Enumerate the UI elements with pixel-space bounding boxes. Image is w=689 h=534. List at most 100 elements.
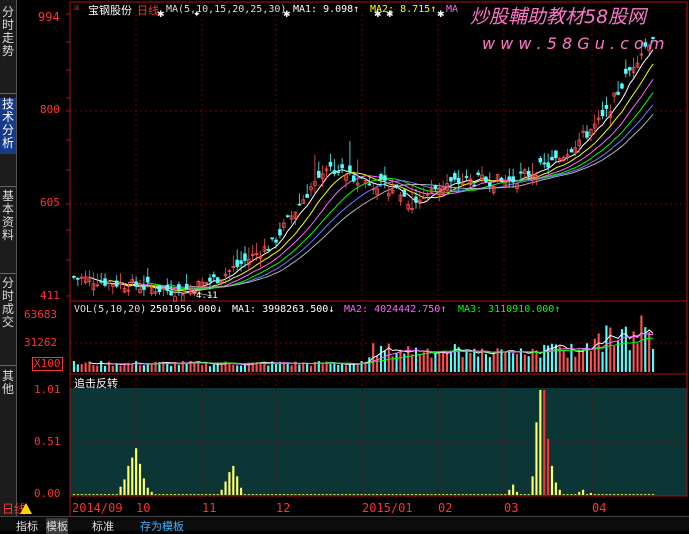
candle-body xyxy=(472,184,477,187)
ma2-value: MA2: 8.715↑ xyxy=(370,4,437,15)
candle-body xyxy=(297,203,302,206)
candle-body xyxy=(76,277,80,280)
candle-body xyxy=(270,237,274,240)
candle-body xyxy=(367,183,372,186)
candle-body xyxy=(453,173,457,180)
candle-body xyxy=(394,184,399,189)
candle-body xyxy=(569,149,574,153)
candle-body xyxy=(114,280,119,287)
watermark-url: w w w . 5 8 G u . c o m xyxy=(482,34,665,53)
candle-body xyxy=(379,174,383,180)
candle-body xyxy=(550,156,554,161)
candle-body xyxy=(538,158,543,163)
candlestick-series[interactable] xyxy=(72,36,655,302)
candle-body xyxy=(484,176,488,183)
candle-body xyxy=(305,193,309,198)
date-label: 02 xyxy=(438,501,453,515)
date-label: 10 xyxy=(136,501,151,515)
candle-body xyxy=(616,91,620,95)
candle-body xyxy=(526,170,531,176)
candle-body xyxy=(243,253,247,261)
candle-body xyxy=(624,68,628,74)
candle-body xyxy=(476,172,480,176)
volume-ma1: MA1: 3998263.500↓ xyxy=(232,304,335,315)
candle-body xyxy=(499,177,504,181)
volume-ma2: MA2: 4024442.750↑ xyxy=(344,304,447,315)
indicator-axis-label: 1.01 xyxy=(34,383,61,396)
candle-body xyxy=(328,161,333,167)
low-price-marker: 4.11 xyxy=(196,291,218,301)
bottom-tab-bar: 指标 模板 标准 存为模板 xyxy=(0,516,689,534)
candle-body xyxy=(184,283,189,290)
candle-body xyxy=(627,67,632,71)
candle-body xyxy=(266,248,271,251)
date-label: 12 xyxy=(276,501,291,515)
candle-body xyxy=(519,171,523,174)
period-label[interactable]: 日线 xyxy=(137,2,159,18)
volume-ma3: MA3: 3110910.000↑ xyxy=(458,304,561,315)
axis-ticks xyxy=(66,13,70,297)
candle-body xyxy=(554,150,558,159)
candle-body xyxy=(274,239,278,243)
volume-value: 2501956.000↓ xyxy=(150,304,223,315)
date-label: 2015/01 xyxy=(362,501,413,515)
stock-chart[interactable]: ✱ ✦ ✱ ✱ ✱ ✱ 4.11 xyxy=(0,0,689,530)
candle-body xyxy=(449,177,453,182)
candle-body xyxy=(235,259,239,267)
moving-average-lines xyxy=(89,49,654,294)
date-label: 04 xyxy=(592,501,607,515)
stock-name: 宝钢股份 xyxy=(88,4,132,17)
candle-body xyxy=(336,171,340,174)
candle-body xyxy=(383,175,387,181)
candle-body xyxy=(212,274,216,278)
ma1-value: MA1: 9.098↑ xyxy=(293,4,360,15)
price-axis-label: 605 xyxy=(40,196,60,209)
indicator-label: 追击反转 xyxy=(74,377,118,390)
candle-body xyxy=(352,175,356,182)
date-label: 03 xyxy=(504,501,519,515)
candle-body xyxy=(317,170,321,178)
volume-unit-label: X100 xyxy=(32,357,63,371)
candle-body xyxy=(146,276,150,283)
date-label: 2014/09 xyxy=(72,501,123,515)
candle-body xyxy=(165,284,169,291)
ma3-value-partial: MA xyxy=(446,4,459,15)
candle-body xyxy=(134,281,138,287)
tab-standard[interactable]: 标准 xyxy=(92,518,114,534)
period-toggle-triangle-icon[interactable] xyxy=(20,503,32,514)
price-axis-label: 800 xyxy=(40,103,60,116)
candle-body xyxy=(414,196,418,203)
candle-body xyxy=(99,280,103,283)
volume-axis-label: 63683 xyxy=(24,308,58,321)
candle-body xyxy=(169,290,173,296)
candle-body xyxy=(542,162,546,165)
candle-body xyxy=(511,176,515,183)
close-box-icon[interactable]: ☒ xyxy=(74,3,79,13)
candle-body xyxy=(215,277,220,284)
price-axis-label: 411 xyxy=(40,289,60,302)
volume-label: VOL(5,10,20) xyxy=(74,304,147,315)
candle-body xyxy=(72,276,76,278)
candle-body xyxy=(433,185,438,190)
volume-axis-label: 31262 xyxy=(24,336,58,349)
candle-body xyxy=(157,285,162,293)
candle-body xyxy=(456,177,461,185)
candle-body xyxy=(620,83,624,89)
candle-body xyxy=(464,176,469,178)
candle-body xyxy=(332,170,337,174)
candle-body xyxy=(600,109,605,117)
candle-body xyxy=(546,162,550,168)
ma-params: MA(5,10,15,20,25,30) xyxy=(166,4,287,15)
indicator-axis-label: 0.00 xyxy=(34,487,61,500)
tab-template[interactable]: 模板 xyxy=(46,518,68,534)
candle-body xyxy=(142,285,146,290)
candle-body xyxy=(177,284,181,290)
candle-body xyxy=(359,176,364,179)
ma-line-20 xyxy=(147,92,654,290)
tab-indicator[interactable]: 指标 xyxy=(16,518,38,534)
candle-body xyxy=(278,229,282,236)
candle-body xyxy=(208,277,212,282)
tab-save-template[interactable]: 存为模板 xyxy=(140,518,184,534)
date-label: 11 xyxy=(202,501,217,515)
candle-body xyxy=(285,215,290,218)
